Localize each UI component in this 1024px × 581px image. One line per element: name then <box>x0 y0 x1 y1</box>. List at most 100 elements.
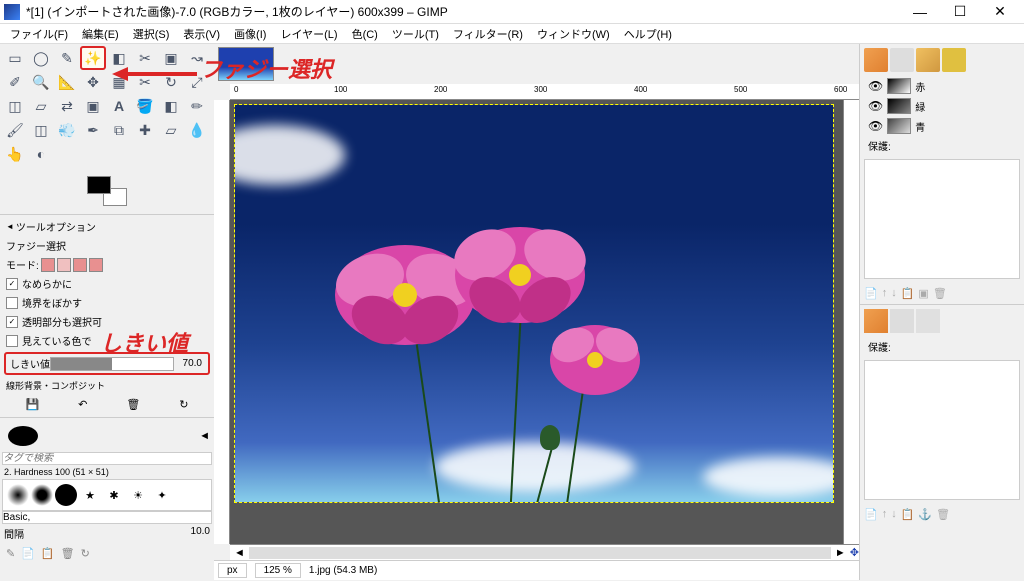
eye-icon[interactable]: 👁 <box>868 119 883 133</box>
blur-tool[interactable]: 💧 <box>184 118 210 142</box>
menu-color[interactable]: 色(C) <box>346 24 384 44</box>
fuzzy-select-tool[interactable]: ✨ <box>80 46 106 70</box>
raise-item-icon[interactable]: ↑ <box>882 508 888 521</box>
delete-channel-icon[interactable]: 🗑 <box>933 287 947 300</box>
restore-options-icon[interactable]: ↶ <box>78 398 87 411</box>
ellipse-select-tool[interactable]: ◯ <box>28 46 54 70</box>
edit-brush-icon[interactable]: ✎ <box>6 547 15 560</box>
brush-selector[interactable]: ★ ✱ ☀ ✦ <box>2 479 212 511</box>
menu-help[interactable]: ヘルプ(H) <box>618 24 678 44</box>
color-selector[interactable] <box>0 168 214 214</box>
zoom-tool[interactable]: 🔍 <box>28 70 54 94</box>
reset-options-icon[interactable]: ↻ <box>179 398 188 411</box>
rect-select-tool[interactable]: ▭ <box>2 46 28 70</box>
duplicate-channel-icon[interactable]: 📋 <box>901 287 915 300</box>
eye-icon[interactable]: 👁 <box>868 99 883 113</box>
channels-tab[interactable] <box>890 48 914 72</box>
refresh-brush-icon[interactable]: ↻ <box>81 547 90 560</box>
eye-icon[interactable]: 👁 <box>868 79 883 93</box>
tag-search-input[interactable] <box>2 452 212 465</box>
mode-intersect[interactable] <box>89 258 103 272</box>
close-button[interactable]: ✕ <box>980 1 1020 23</box>
heal-tool[interactable]: ✚ <box>132 118 158 142</box>
airbrush-tool[interactable]: 💨 <box>54 118 80 142</box>
lower-channel-icon[interactable]: ↓ <box>891 287 897 300</box>
menu-select[interactable]: 選択(S) <box>127 24 176 44</box>
delete-options-icon[interactable]: 🗑 <box>126 398 140 411</box>
smudge-tool[interactable]: 👆 <box>2 142 28 166</box>
measure-tool[interactable]: 📐 <box>54 70 80 94</box>
gradients-tab[interactable] <box>916 309 940 333</box>
pencil-tool[interactable]: ✏ <box>184 94 210 118</box>
clone-tool[interactable]: ⧉ <box>106 118 132 142</box>
color-picker-tool[interactable]: ✐ <box>2 70 28 94</box>
lower-item-icon[interactable]: ↓ <box>891 508 897 521</box>
channel-red[interactable]: 👁 赤 <box>860 76 1024 96</box>
shear-tool[interactable]: ◫ <box>2 94 28 118</box>
spacing-value[interactable]: 10.0 <box>191 526 210 541</box>
paintbrush-tool[interactable]: 🖌 <box>2 118 28 142</box>
duplicate-item-icon[interactable]: 📋 <box>901 508 915 521</box>
raise-channel-icon[interactable]: ↑ <box>882 287 888 300</box>
maximize-button[interactable]: ☐ <box>940 1 980 23</box>
mode-subtract[interactable] <box>73 258 87 272</box>
scrollbar-vertical[interactable] <box>843 100 859 544</box>
free-select-tool[interactable]: ✎ <box>54 46 80 70</box>
bucket-tool[interactable]: 🪣 <box>132 94 158 118</box>
new-item-icon[interactable]: 📄 <box>864 508 878 521</box>
mode-replace[interactable] <box>41 258 55 272</box>
move-tool[interactable]: ✥ <box>80 70 106 94</box>
to-selection-icon[interactable]: ▣ <box>918 287 928 300</box>
menu-windows[interactable]: ウィンドウ(W) <box>531 24 616 44</box>
cage-tool[interactable]: ▣ <box>80 94 106 118</box>
menu-file[interactable]: ファイル(F) <box>4 24 74 44</box>
anchor-icon[interactable]: ⚓ <box>918 508 932 521</box>
flip-tool[interactable]: ⇄ <box>54 94 80 118</box>
toolbox: ▭ ◯ ✎ ✨ ◧ ✂ ▣ ↝ ✐ 🔍 📐 ✥ ▦ ✂ ↻ ⤢ ◫ <box>0 44 214 168</box>
minimize-button[interactable]: — <box>900 1 940 23</box>
perspective-tool[interactable]: ▱ <box>28 94 54 118</box>
undo-tab[interactable] <box>942 48 966 72</box>
threshold-slider[interactable] <box>50 357 174 371</box>
text-tool[interactable]: A <box>106 94 132 118</box>
scrollbar-horizontal[interactable]: ◄ ► ✥ <box>230 544 859 560</box>
menu-layer[interactable]: レイヤー(L) <box>274 24 343 44</box>
brush-preview[interactable] <box>8 426 38 446</box>
ink-tool[interactable]: ✒ <box>80 118 106 142</box>
menu-filters[interactable]: フィルター(R) <box>447 24 529 44</box>
zoom-level[interactable]: 125 % <box>255 563 301 578</box>
fg-color-swatch[interactable] <box>87 176 111 194</box>
blend-tool[interactable]: ◧ <box>158 94 184 118</box>
brushes-tab[interactable] <box>864 309 888 333</box>
channel-green[interactable]: 👁 緑 <box>860 96 1024 116</box>
composite-label: 線形背景・コンポジット <box>2 377 212 394</box>
transparent-checkbox[interactable]: ✓ <box>6 316 18 328</box>
dodge-tool[interactable]: ◐ <box>28 142 54 166</box>
paths-tab[interactable] <box>916 48 940 72</box>
duplicate-brush-icon[interactable]: 📋 <box>41 547 55 560</box>
brush-basic-input[interactable] <box>2 511 212 524</box>
delete-item-icon[interactable]: 🗑 <box>936 508 950 521</box>
layers-tab[interactable] <box>864 48 888 72</box>
collapse-icon[interactable]: ◄ <box>199 430 210 442</box>
sample-merged-checkbox[interactable] <box>6 335 18 347</box>
channel-blue[interactable]: 👁 青 <box>860 116 1024 136</box>
canvas[interactable] <box>230 100 843 544</box>
save-options-icon[interactable]: 💾 <box>25 398 39 411</box>
unit-select[interactable]: px <box>218 563 247 578</box>
feather-checkbox[interactable] <box>6 297 18 309</box>
patterns-tab[interactable] <box>890 309 914 333</box>
delete-brush-icon[interactable]: 🗑 <box>61 547 75 560</box>
mode-add[interactable] <box>57 258 71 272</box>
image-tab[interactable] <box>218 47 274 81</box>
menu-tools[interactable]: ツール(T) <box>386 24 445 44</box>
antialiasing-checkbox[interactable]: ✓ <box>6 278 18 290</box>
eraser-tool[interactable]: ◫ <box>28 118 54 142</box>
menu-view[interactable]: 表示(V) <box>177 24 226 44</box>
new-channel-icon[interactable]: 📄 <box>864 287 878 300</box>
threshold-value[interactable]: 70.0 <box>174 358 204 369</box>
menu-edit[interactable]: 編集(E) <box>76 24 125 44</box>
new-brush-icon[interactable]: 📄 <box>21 547 35 560</box>
menu-image[interactable]: 画像(I) <box>228 24 272 44</box>
perspective-clone-tool[interactable]: ▱ <box>158 118 184 142</box>
